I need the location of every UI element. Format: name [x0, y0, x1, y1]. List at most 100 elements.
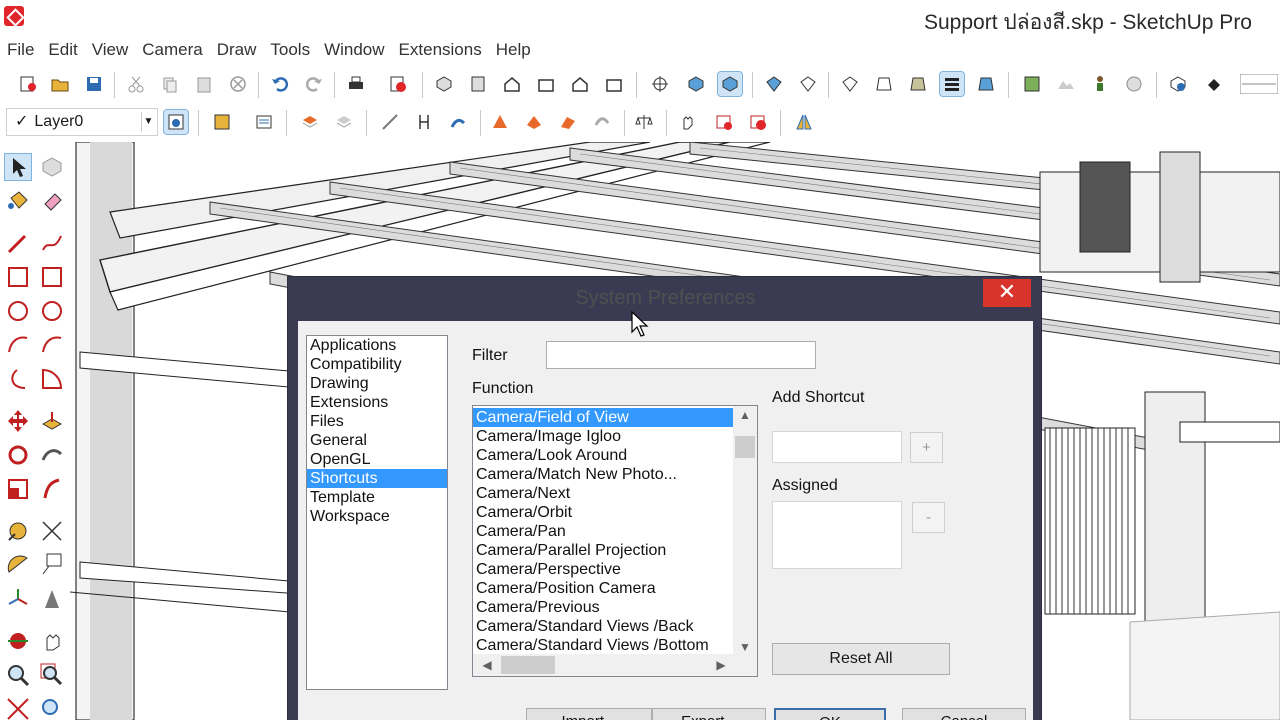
section-plane-icon[interactable] [210, 110, 234, 134]
layer-manager-icon[interactable] [163, 109, 189, 135]
category-files[interactable]: Files [307, 412, 447, 431]
category-applications[interactable]: Applications [307, 336, 447, 355]
style-monochrome-icon[interactable] [906, 72, 930, 96]
rectangle-icon[interactable] [5, 264, 31, 290]
function-item[interactable]: Camera/Look Around [473, 446, 733, 465]
scrollbar-thumb[interactable] [501, 656, 555, 674]
undo-icon[interactable] [268, 72, 292, 96]
right-view-icon[interactable] [534, 72, 558, 96]
map-icon[interactable] [1020, 72, 1044, 96]
function-vertical-scrollbar[interactable]: ▲ ▼ [733, 406, 757, 656]
function-item[interactable]: Camera/Field of View [473, 408, 733, 427]
zoom-extents-icon[interactable] [5, 696, 31, 720]
category-opengl[interactable]: OpenGL [307, 450, 447, 469]
paint-bucket-icon[interactable] [5, 188, 31, 214]
zoom-icon[interactable] [5, 662, 31, 688]
warehouse-icon[interactable] [1122, 72, 1146, 96]
follow-me-icon[interactable] [446, 110, 470, 134]
circle-icon[interactable] [5, 298, 31, 324]
add-shortcut-button[interactable]: + [910, 432, 943, 463]
eraser-icon[interactable] [39, 188, 65, 214]
scale-balance-icon[interactable] [632, 110, 656, 134]
scrollbar-thumb[interactable] [735, 436, 755, 458]
back-view-icon[interactable] [568, 72, 592, 96]
function-item[interactable]: Camera/Standard Views /Bottom [473, 636, 733, 655]
menu-help[interactable]: Help [489, 38, 538, 62]
select-arrow-icon[interactable] [4, 153, 32, 181]
arc-icon[interactable] [5, 332, 31, 358]
dimensions-icon[interactable] [39, 518, 65, 544]
model-info-icon[interactable] [386, 72, 410, 96]
dimension-icon[interactable] [412, 110, 436, 134]
3d-text-icon[interactable] [39, 586, 65, 612]
pie-icon[interactable] [39, 366, 65, 392]
tape-measure-icon[interactable] [5, 518, 31, 544]
category-list[interactable]: Applications Compatibility Drawing Exten… [306, 335, 448, 690]
rotated-rectangle-icon[interactable] [39, 264, 65, 290]
add-shortcut-input[interactable] [772, 431, 902, 463]
pencil-line-icon[interactable] [378, 110, 402, 134]
protractor-icon[interactable] [5, 552, 31, 578]
style-shaded-icon[interactable] [838, 72, 862, 96]
function-item[interactable]: Camera/Match New Photo... [473, 465, 733, 484]
back-edges-icon[interactable] [684, 72, 708, 96]
filter-input[interactable] [546, 341, 816, 369]
left-view-icon[interactable] [602, 72, 626, 96]
function-horizontal-scrollbar[interactable]: ◀ ▶ [473, 654, 757, 676]
eraser-dark-icon[interactable] [1202, 72, 1226, 96]
remove-shortcut-button[interactable]: - [912, 502, 945, 533]
print-icon[interactable] [344, 72, 368, 96]
menu-tools[interactable]: Tools [263, 38, 317, 62]
front-view-icon[interactable] [500, 72, 524, 96]
function-item[interactable]: Camera/Image Igloo [473, 427, 733, 446]
three-point-arc-icon[interactable] [5, 366, 31, 392]
erase-icon[interactable] [226, 72, 250, 96]
cancel-button[interactable]: Cancel [902, 708, 1026, 720]
dynamic-options-icon[interactable] [712, 110, 736, 134]
function-list[interactable]: Camera/Field of View Camera/Image Igloo … [472, 405, 758, 677]
pan-hand-icon[interactable] [39, 628, 65, 654]
axes-icon[interactable] [5, 586, 31, 612]
zoom-window-icon[interactable] [39, 662, 65, 688]
category-extensions[interactable]: Extensions [307, 393, 447, 412]
menu-window[interactable]: Window [317, 38, 391, 62]
chevron-down-icon[interactable]: ▼ [141, 112, 155, 132]
push-pull-icon[interactable] [39, 408, 65, 434]
iso-view-icon[interactable] [432, 72, 456, 96]
function-item[interactable]: Camera/Orbit [473, 503, 733, 522]
top-view-icon[interactable] [466, 72, 490, 96]
follow-me-tool-icon[interactable] [39, 442, 65, 468]
save-icon[interactable] [82, 72, 106, 96]
function-item[interactable]: Camera/Next [473, 484, 733, 503]
function-item[interactable]: Camera/Standard Views /Back [473, 617, 733, 636]
copy-icon[interactable] [158, 72, 182, 96]
shaded-icon[interactable] [717, 71, 743, 97]
two-point-arc-icon[interactable] [39, 332, 65, 358]
scale-icon[interactable] [5, 476, 31, 502]
terrain-icon[interactable] [1054, 72, 1078, 96]
mirror-icon[interactable] [792, 110, 816, 134]
polygon-icon[interactable] [39, 298, 65, 324]
entity-info-icon[interactable] [252, 110, 276, 134]
freehand-icon[interactable] [39, 230, 65, 256]
component-info-icon[interactable] [1166, 72, 1190, 96]
style-blue-icon[interactable] [974, 72, 998, 96]
sandbox-scratch-icon[interactable] [522, 110, 546, 134]
sandbox-smoove-icon[interactable] [556, 110, 580, 134]
menu-file[interactable]: File [0, 38, 41, 62]
make-component-icon[interactable] [39, 154, 65, 180]
function-item[interactable]: Camera/Perspective [473, 560, 733, 579]
category-shortcuts[interactable]: Shortcuts [307, 469, 447, 488]
chevron-up-icon[interactable]: ▲ [733, 406, 757, 424]
layer-dropdown[interactable]: ✓ Layer0 ▼ [6, 108, 158, 136]
paste-icon[interactable] [192, 72, 216, 96]
orbit-icon[interactable] [5, 628, 31, 654]
chevron-left-icon[interactable]: ◀ [475, 654, 499, 676]
menu-view[interactable]: View [85, 38, 136, 62]
category-template[interactable]: Template [307, 488, 447, 507]
reset-all-button[interactable]: Reset All [772, 643, 950, 675]
function-item[interactable]: Camera/Parallel Projection [473, 541, 733, 560]
close-button[interactable]: ✕ [983, 279, 1031, 307]
shadow-months-icon[interactable] [1238, 72, 1280, 96]
category-compatibility[interactable]: Compatibility [307, 355, 447, 374]
